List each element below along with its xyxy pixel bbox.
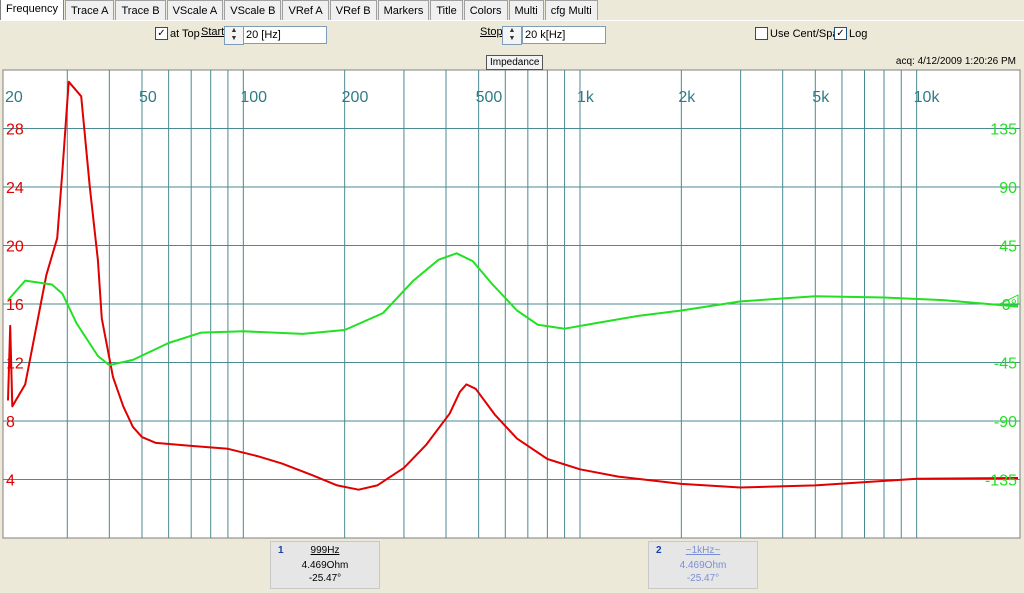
- marker-magnitude: 4.469Ohm: [679, 560, 727, 571]
- x-tick-label: 1k: [577, 89, 595, 106]
- plot-title: Impedance: [486, 55, 544, 70]
- y-right-tick-label: -90: [994, 414, 1017, 431]
- y-left-tick-label: 16: [6, 297, 24, 314]
- y-left-tick-label: 8: [6, 414, 15, 431]
- x-tick-label: 200: [342, 89, 369, 106]
- acquisition-timestamp: acq: 4/12/2009 1:20:26 PM: [895, 56, 1016, 67]
- x-tick-label: 10k: [914, 89, 941, 106]
- marker-frequency[interactable]: 999Hz: [271, 545, 379, 556]
- y-right-tick-label: 90: [999, 180, 1017, 197]
- y-right-tick-label: -135: [985, 473, 1017, 490]
- x-tick-label: 20: [5, 89, 23, 106]
- marker-1-readout[interactable]: 1 999Hz 4.469Ohm -25.47°: [270, 541, 380, 589]
- x-tick-label: 100: [240, 89, 267, 106]
- y-left-tick-label: 24: [6, 180, 24, 197]
- marker-phase: -25.47°: [686, 573, 720, 584]
- y-left-tick-label: 4: [6, 473, 15, 490]
- marker-phase: -25.47°: [308, 573, 342, 584]
- impedance-plot[interactable]: 20 50 100 200 500 1k 2k 5k 10k 4 8 12 16 20 24 28 135 90 4…: [0, 0, 1024, 593]
- x-tick-label: 50: [139, 89, 157, 106]
- x-tick-label: 500: [476, 89, 503, 106]
- y-left-tick-label: 28: [6, 122, 24, 139]
- y-left-tick-label: 12: [6, 356, 24, 373]
- y-right-tick-label: -45: [994, 356, 1017, 373]
- y-left-tick-label: 20: [6, 239, 24, 256]
- y-right-tick-label: 135: [990, 122, 1017, 139]
- marker-2-readout[interactable]: 2 ~1kHz~ 4.469Ohm -25.47°: [648, 541, 758, 589]
- y-right-tick-label: 45: [999, 239, 1017, 256]
- marker-frequency[interactable]: ~1kHz~: [649, 545, 757, 556]
- marker-magnitude: 4.469Ohm: [301, 560, 349, 571]
- x-tick-label: 2k: [678, 89, 696, 106]
- x-tick-label: 5k: [812, 89, 830, 106]
